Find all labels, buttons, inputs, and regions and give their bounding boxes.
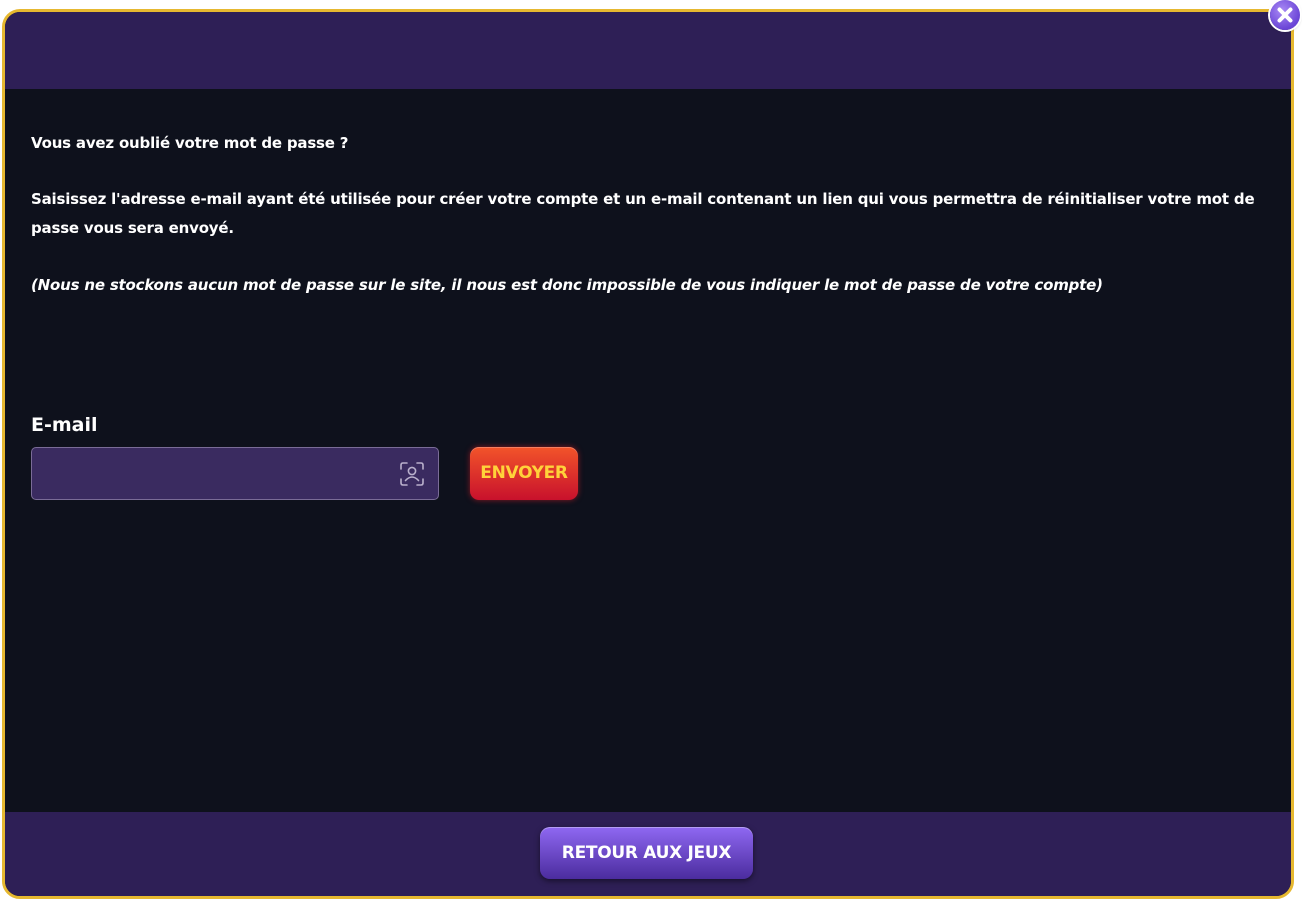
close-icon	[1277, 7, 1293, 23]
modal-header	[5, 12, 1291, 89]
send-button[interactable]: ENVOYER	[470, 447, 578, 500]
back-to-games-button[interactable]: RETOUR AUX JEUX	[540, 827, 753, 879]
privacy-note: (Nous ne stockons aucun mot de passe sur…	[31, 276, 1103, 294]
email-field-container[interactable]	[31, 447, 439, 500]
forgot-password-title: Vous avez oublié votre mot de passe ?	[31, 134, 349, 152]
email-input[interactable]	[32, 448, 392, 499]
modal-footer: RETOUR AUX JEUX	[5, 812, 1291, 896]
email-label: E-mail	[31, 414, 98, 436]
modal-body: Vous avez oublié votre mot de passe ? Sa…	[5, 89, 1291, 812]
forgot-password-modal: Vous avez oublié votre mot de passe ? Sa…	[2, 9, 1294, 899]
instructions-text: Saisissez l'adresse e-mail ayant été uti…	[31, 190, 1255, 237]
contact-scan-icon[interactable]	[399, 461, 425, 487]
close-button[interactable]	[1270, 0, 1300, 30]
